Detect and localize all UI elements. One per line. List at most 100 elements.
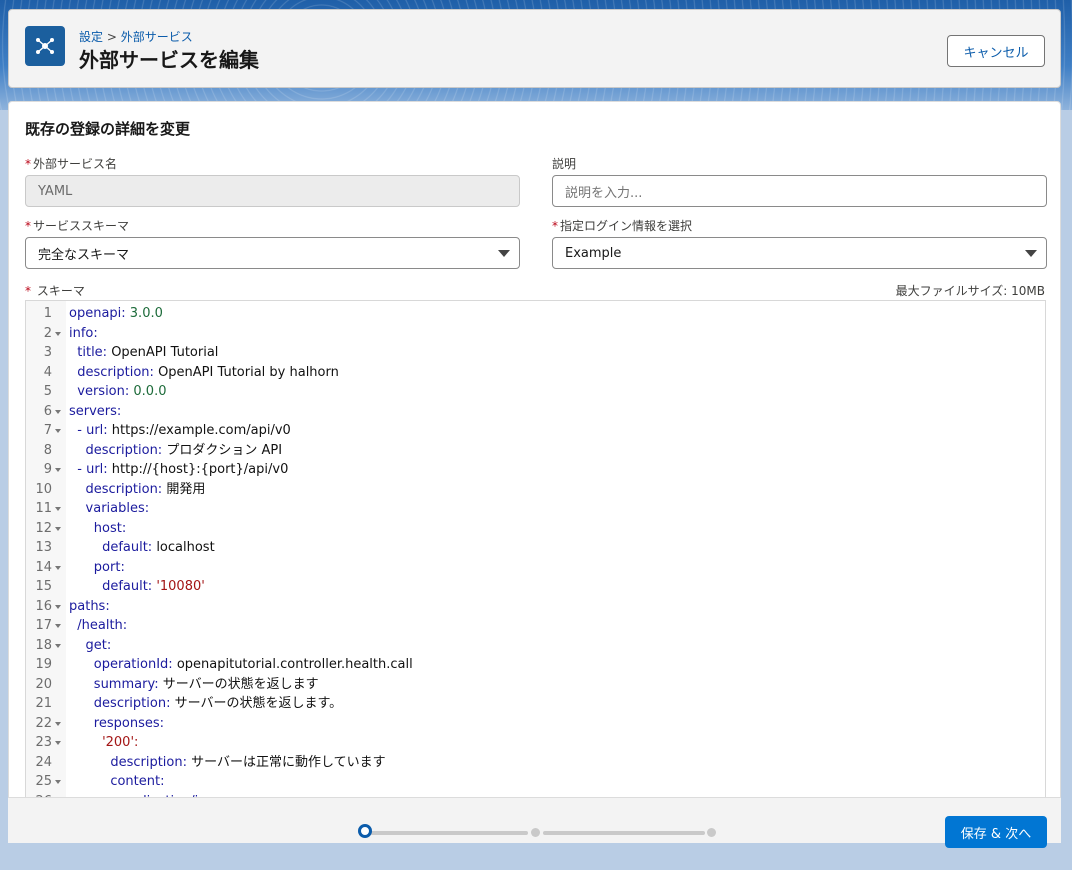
yaml-value: OpenAPI Tutorial <box>107 345 219 360</box>
fold-toggle-icon[interactable] <box>55 741 61 745</box>
fold-toggle-icon[interactable] <box>55 565 61 570</box>
service-schema-value: 完全なスキーマ <box>38 247 130 263</box>
breadcrumb-separator: > <box>106 30 117 44</box>
editor-line: 3 title: OpenAPI Tutorial <box>26 343 1045 363</box>
yaml-value: サーバーの状態を返します <box>158 676 319 692</box>
schema-code-editor[interactable]: 1 openapi: 3.0.0 2 info: 3 title: OpenAPI Tu… <box>25 300 1046 798</box>
code-text: version: 0.0.0 <box>69 382 166 402</box>
fold-toggle-icon[interactable] <box>55 468 61 472</box>
code-text: default: localhost <box>69 538 215 558</box>
editor-line: 25 content: <box>26 772 1045 792</box>
named-credential-select[interactable]: Example <box>552 237 1047 269</box>
yaml-key: servers: <box>69 403 122 419</box>
editor-line: 13 default: localhost <box>26 538 1045 558</box>
fold-toggle-icon[interactable] <box>55 331 61 336</box>
required-mark: * <box>25 284 31 298</box>
yaml-key: port: <box>93 559 125 575</box>
editor-line: 23 '200': <box>26 733 1045 753</box>
fold-toggle-icon[interactable] <box>55 526 61 531</box>
line-number: 1 <box>43 306 52 321</box>
line-number: 2 <box>43 325 52 341</box>
breadcrumb-external-services-link[interactable]: 外部サービス <box>121 30 193 44</box>
yaml-key: default: <box>102 579 153 594</box>
fold-toggle-icon[interactable] <box>55 721 61 726</box>
fold-toggle-icon[interactable] <box>55 409 61 414</box>
yaml-key: version: <box>77 384 130 399</box>
code-text: default: '10080' <box>69 577 205 597</box>
yaml-key: content: <box>110 774 165 789</box>
fold-toggle-icon[interactable] <box>55 604 61 609</box>
line-number: 23 <box>35 735 52 750</box>
yaml-value: http://{host}:{port}/api/v0 <box>107 462 289 477</box>
editor-line: 7 - url: https://example.com/api/v0 <box>26 421 1045 441</box>
save-next-button[interactable]: 保存 & 次へ <box>945 816 1047 848</box>
code-text: - url: http://{host}:{port}/api/v0 <box>69 460 288 480</box>
yaml-key: summary: <box>93 676 159 692</box>
yaml-key: description: <box>85 481 163 497</box>
code-text: variables: <box>69 499 150 519</box>
yaml-key: description: <box>77 364 154 380</box>
yaml-key: title: <box>77 345 108 360</box>
yaml-key: - url: <box>77 462 108 477</box>
line-number: 17 <box>35 618 52 633</box>
editor-line: 18 get: <box>26 636 1045 656</box>
yaml-value: '10080' <box>152 579 205 594</box>
code-text: summary: サーバーの状態を返します <box>69 675 319 695</box>
description-input[interactable]: 説明を入力... <box>552 175 1047 207</box>
code-text: port: <box>69 558 125 578</box>
line-number: 7 <box>43 423 52 438</box>
yaml-key: description: <box>85 442 163 458</box>
line-number: 19 <box>35 657 52 672</box>
editor-line: 14 port: <box>26 558 1045 578</box>
yaml-key: variables: <box>85 501 150 516</box>
external-service-icon <box>25 26 65 66</box>
service-schema-select[interactable]: 完全なスキーマ <box>25 237 520 269</box>
code-text: '200': <box>69 733 138 753</box>
editor-line: 8 description: プロダクション API <box>26 441 1045 461</box>
fold-toggle-icon[interactable] <box>55 429 61 433</box>
line-number: 14 <box>35 559 52 575</box>
code-text: description: OpenAPI Tutorial by halhorn <box>69 363 339 383</box>
line-number: 18 <box>35 637 52 653</box>
editor-line: 19 operationId: openapitutorial.controll… <box>26 655 1045 675</box>
code-text: get: <box>69 636 112 656</box>
fold-toggle-icon[interactable] <box>55 507 61 511</box>
line-number: 13 <box>35 540 52 555</box>
yaml-key: info: <box>69 325 98 341</box>
yaml-value: サーバーの状態を返します。 <box>170 696 343 711</box>
code-text: openapi: 3.0.0 <box>69 304 163 324</box>
code-text: description: サーバーは正常に動作しています <box>69 753 385 773</box>
yaml-key: '200': <box>102 735 139 750</box>
chevron-down-icon <box>498 250 510 257</box>
yaml-key: host: <box>93 520 127 536</box>
yaml-key: description: <box>93 696 171 711</box>
yaml-key: default: <box>102 540 153 555</box>
editor-line: 10 description: 開発用 <box>26 480 1045 500</box>
yaml-key: paths: <box>69 598 110 614</box>
service-name-input[interactable]: YAML <box>25 175 520 207</box>
line-number: 25 <box>35 774 52 789</box>
fold-toggle-icon[interactable] <box>55 780 61 784</box>
footer-bar: 保存 & 次へ <box>8 797 1061 848</box>
fold-toggle-icon[interactable] <box>55 643 61 648</box>
line-number: 24 <box>35 754 52 770</box>
required-mark: * <box>25 219 31 233</box>
line-number: 4 <box>43 364 52 380</box>
code-text: servers: <box>69 402 121 422</box>
yaml-key: operationId: <box>93 657 173 672</box>
editor-line: 6 servers: <box>26 402 1045 422</box>
editor-line: 17 /health: <box>26 616 1045 636</box>
fold-toggle-icon[interactable] <box>55 624 61 628</box>
progress-step-2 <box>531 828 540 837</box>
cancel-button[interactable]: キャンセル <box>947 35 1045 67</box>
yaml-value: プロダクション API <box>162 442 283 458</box>
code-text: info: <box>69 324 98 344</box>
line-number: 10 <box>35 481 52 497</box>
yaml-key: - url: <box>77 423 108 438</box>
code-text: - url: https://example.com/api/v0 <box>69 421 291 441</box>
required-mark: * <box>552 219 558 233</box>
yaml-value: https://example.com/api/v0 <box>107 423 291 438</box>
breadcrumb-settings-link[interactable]: 設定 <box>79 30 103 44</box>
description-placeholder: 説明を入力... <box>565 185 643 201</box>
progress-step-3 <box>707 828 716 837</box>
